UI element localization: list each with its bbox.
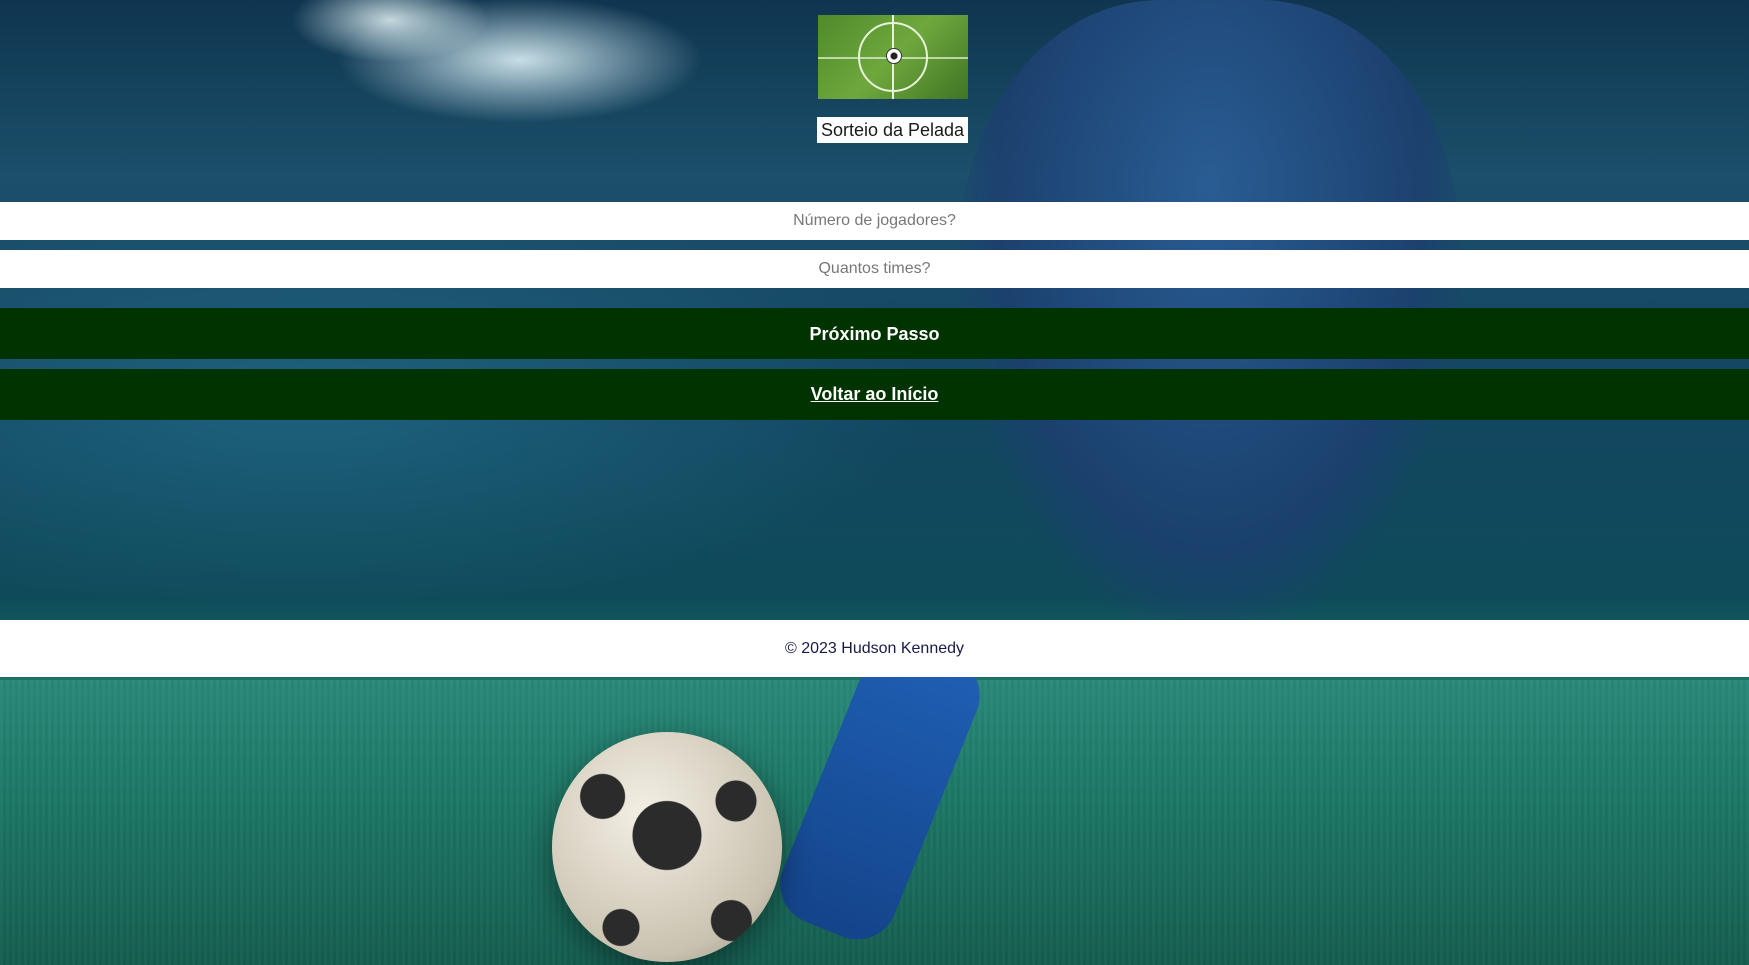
- soccer-field-icon: [817, 15, 968, 99]
- background-image: [0, 0, 1749, 965]
- copyright-text: © 2023 Hudson Kennedy: [784, 639, 965, 657]
- number-of-teams-input[interactable]: [0, 250, 1749, 288]
- soccer-ball-image: [552, 732, 782, 962]
- footer: © 2023 Hudson Kennedy: [0, 620, 1749, 677]
- number-of-players-input[interactable]: [0, 202, 1749, 240]
- page-title: Sorteio da Pelada: [816, 117, 969, 143]
- site-header: Sorteio da Pelada: [0, 15, 1749, 143]
- next-step-button[interactable]: Próximo Passo: [0, 308, 1749, 359]
- grass-field: [0, 680, 1749, 965]
- team-draw-form: Próximo Passo Voltar ao Início: [0, 202, 1749, 420]
- back-to-home-link[interactable]: Voltar ao Início: [0, 369, 1749, 420]
